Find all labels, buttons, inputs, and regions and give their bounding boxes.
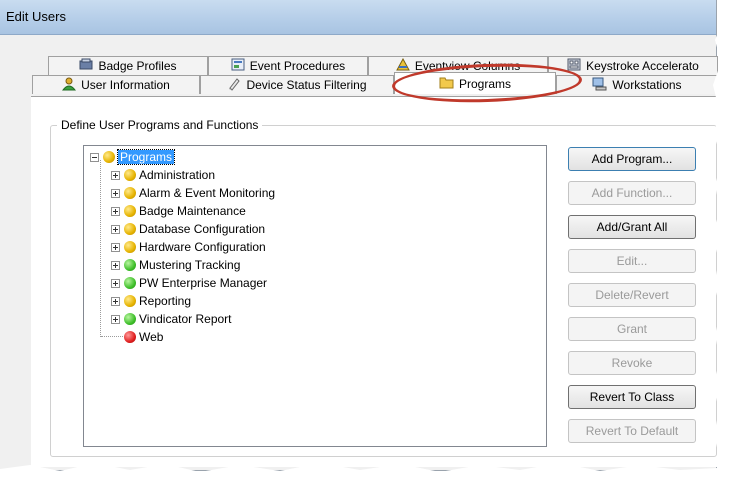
title-bar: Edit Users: [0, 0, 716, 35]
tab-label: Badge Profiles: [98, 59, 177, 73]
tree-item[interactable]: Alarm & Event Monitoring: [111, 184, 275, 202]
tree-node-label[interactable]: Reporting: [139, 294, 191, 308]
revert-to-class-button[interactable]: Revert To Class: [568, 385, 696, 409]
status-green-icon: [124, 259, 136, 271]
status-yellow-icon: [124, 169, 136, 181]
tab-label: Keystroke Accelerato: [586, 59, 699, 73]
expand-toggle-icon[interactable]: [111, 206, 120, 216]
status-yellow-icon: [124, 187, 136, 199]
expand-toggle-icon[interactable]: [111, 296, 120, 306]
torn-edge-bottom: [0, 463, 736, 489]
tab-user-information[interactable]: User Information: [32, 75, 200, 94]
collapse-toggle-icon[interactable]: [90, 152, 99, 162]
grant-button[interactable]: Grant: [568, 317, 696, 341]
tab-workstations[interactable]: Workstations: [556, 75, 718, 94]
status-yellow-icon: [124, 205, 136, 217]
expand-toggle-icon[interactable]: [111, 188, 120, 198]
tab-event-procedures[interactable]: Event Procedures: [208, 56, 368, 75]
add-program-button[interactable]: Add Program...: [568, 147, 696, 171]
expand-toggle-icon[interactable]: [111, 260, 120, 270]
tree-node-label[interactable]: PW Enterprise Manager: [139, 276, 267, 290]
folder-icon: [439, 76, 454, 92]
tree-item[interactable]: Badge Maintenance: [111, 202, 246, 220]
status-red-icon: [124, 331, 136, 343]
tree-node-label[interactable]: Administration: [139, 168, 215, 182]
event-procedures-icon: [231, 58, 245, 74]
add-function-button[interactable]: Add Function...: [568, 181, 696, 205]
tab-label: Event Procedures: [249, 59, 346, 73]
window-title: Edit Users: [6, 9, 66, 24]
tree-item[interactable]: Mustering Tracking: [111, 256, 240, 274]
tab-programs[interactable]: Programs: [394, 72, 556, 94]
tab-label: Workstations: [612, 78, 682, 92]
tree-node-label[interactable]: Alarm & Event Monitoring: [139, 186, 275, 200]
status-yellow-icon: [124, 295, 136, 307]
tree-connector: [100, 160, 101, 337]
tab-label: Eventview Columns: [414, 59, 521, 73]
tree-node-label[interactable]: Hardware Configuration: [139, 240, 266, 254]
status-yellow-icon: [124, 241, 136, 253]
tab-keystroke-accelerators[interactable]: Keystroke Accelerato: [548, 56, 718, 75]
tab-device-status-filtering[interactable]: Device Status Filtering: [200, 75, 394, 94]
tree-item[interactable]: Administration: [111, 166, 215, 184]
tree-item[interactable]: Web: [120, 328, 163, 346]
tab-label: Device Status Filtering: [246, 78, 367, 92]
tree-item[interactable]: Vindicator Report: [111, 310, 232, 328]
revert-to-default-button[interactable]: Revert To Default: [568, 419, 696, 443]
torn-edge-right: [712, 0, 736, 489]
tree-node-label[interactable]: Web: [139, 330, 163, 344]
keystroke-icon: [567, 58, 581, 74]
tree-node-label[interactable]: Database Configuration: [139, 222, 265, 236]
expand-toggle-icon[interactable]: [111, 170, 120, 180]
delete-revert-button[interactable]: Delete/Revert: [568, 283, 696, 307]
expand-toggle-icon[interactable]: [111, 242, 120, 252]
status-green-icon: [124, 277, 136, 289]
badge-profiles-icon: [79, 58, 93, 74]
add-grant-all-button[interactable]: Add/Grant All: [568, 215, 696, 239]
tree-node-label[interactable]: Programs: [116, 149, 176, 165]
workstation-icon: [592, 77, 607, 94]
tab-label: Programs: [458, 76, 511, 91]
tree-node-label[interactable]: Vindicator Report: [139, 312, 232, 326]
tab-badge-profiles[interactable]: Badge Profiles: [48, 56, 208, 75]
group-title: Define User Programs and Functions: [57, 118, 263, 132]
tree-node-label[interactable]: Mustering Tracking: [139, 258, 240, 272]
expand-toggle-icon[interactable]: [111, 224, 120, 234]
tree-node-label[interactable]: Badge Maintenance: [139, 204, 246, 218]
tree-root-programs[interactable]: Programs: [90, 148, 176, 166]
tree-item[interactable]: Hardware Configuration: [111, 238, 266, 256]
expand-toggle-icon[interactable]: [111, 314, 120, 324]
programs-tree[interactable]: Programs Administration Alarm & Event Mo…: [83, 145, 547, 447]
status-yellow-icon: [103, 151, 115, 163]
tree-item[interactable]: Database Configuration: [111, 220, 265, 238]
status-green-icon: [124, 313, 136, 325]
user-icon: [62, 77, 77, 94]
filter-icon: [227, 77, 241, 94]
expand-toggle-icon[interactable]: [111, 278, 120, 288]
status-yellow-icon: [124, 223, 136, 235]
revoke-button[interactable]: Revoke: [568, 351, 696, 375]
tree-item[interactable]: PW Enterprise Manager: [111, 274, 267, 292]
edit-button[interactable]: Edit...: [568, 249, 696, 273]
tab-label: User Information: [81, 78, 170, 92]
tree-item[interactable]: Reporting: [111, 292, 191, 310]
